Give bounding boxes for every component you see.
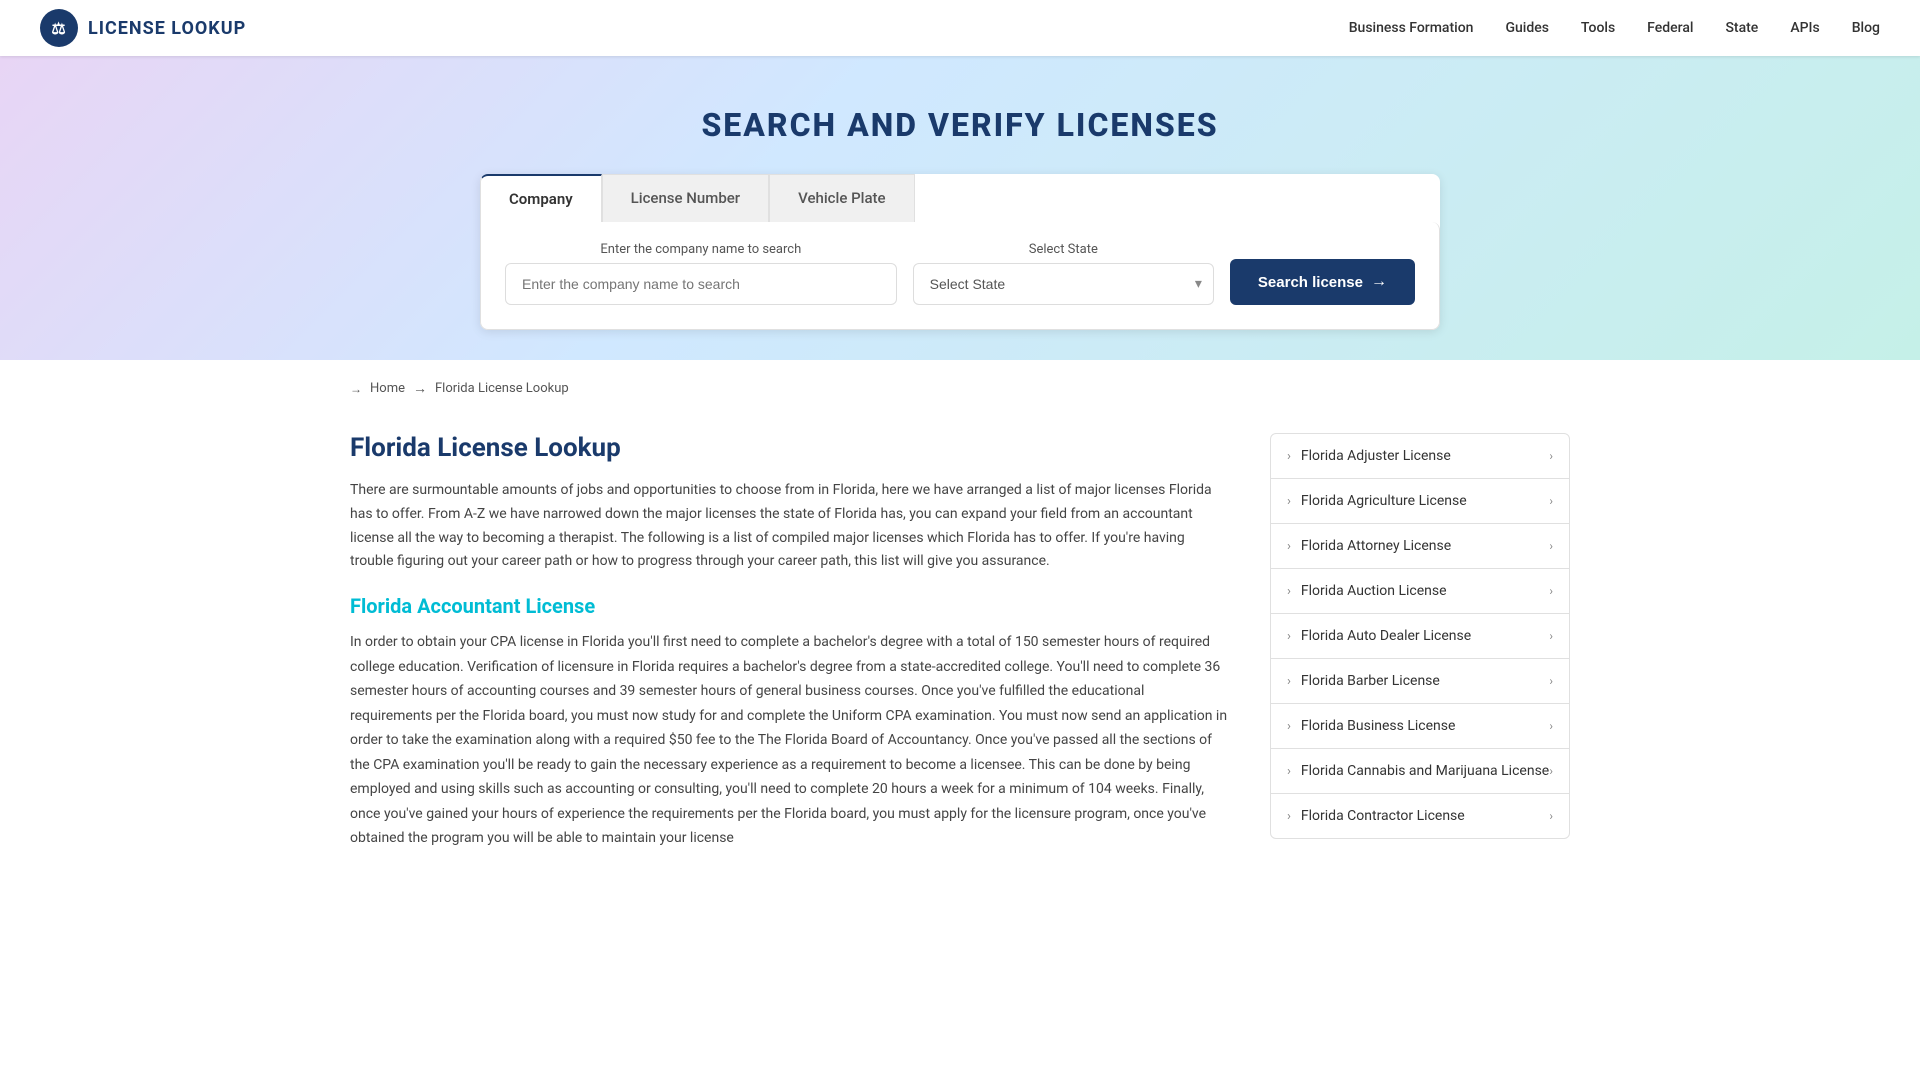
- hero-title: SEARCH AND VERIFY LICENSES: [40, 106, 1880, 144]
- hero-section: SEARCH AND VERIFY LICENSES Company Licen…: [0, 56, 1920, 360]
- logo[interactable]: ⚖ LICENSE LOOKUP: [40, 9, 246, 47]
- sidebar-item-barber[interactable]: › Florida Barber License ›: [1271, 659, 1569, 704]
- chevron-right-icon: ›: [1287, 809, 1291, 824]
- chevron-right-icon: ›: [1287, 584, 1291, 599]
- chevron-right-icon: ›: [1549, 629, 1553, 643]
- breadcrumb: → Home → Florida License Lookup: [350, 380, 1570, 397]
- chevron-right-icon: ›: [1549, 449, 1553, 463]
- chevron-right-icon: ›: [1549, 809, 1553, 823]
- tab-vehicle-plate[interactable]: Vehicle Plate: [769, 174, 914, 222]
- state-label: Select State: [913, 242, 1214, 257]
- chevron-right-icon: ›: [1287, 719, 1291, 734]
- arrow-right-icon: →: [1371, 273, 1387, 291]
- sidebar-item-label: Florida Attorney License: [1301, 538, 1451, 554]
- search-body: Enter the company name to search Select …: [480, 222, 1440, 330]
- nav-item-federal[interactable]: Federal: [1647, 20, 1693, 36]
- chevron-right-icon: ›: [1549, 764, 1553, 778]
- chevron-right-icon: ›: [1287, 539, 1291, 554]
- search-container: Company License Number Vehicle Plate Ent…: [480, 174, 1440, 330]
- search-button[interactable]: Search license →: [1230, 259, 1415, 305]
- state-select-wrap: Select State Alabama Alaska Arizona Flor…: [913, 263, 1214, 305]
- breadcrumb-home[interactable]: Home: [370, 381, 405, 396]
- breadcrumb-separator-icon: →: [413, 380, 427, 397]
- sidebar-item-auction[interactable]: › Florida Auction License ›: [1271, 569, 1569, 614]
- nav-item-blog[interactable]: Blog: [1852, 20, 1880, 36]
- nav-item-guides[interactable]: Guides: [1505, 20, 1548, 36]
- sidebar-item-label: Florida Auction License: [1301, 583, 1447, 599]
- chevron-right-icon: ›: [1549, 584, 1553, 598]
- search-tabs: Company License Number Vehicle Plate: [480, 174, 1440, 222]
- state-field: Select State Select State Alabama Alaska…: [913, 242, 1214, 305]
- sidebar-item-contractor[interactable]: › Florida Contractor License ›: [1271, 794, 1569, 838]
- logo-text: LICENSE LOOKUP: [88, 18, 246, 39]
- chevron-right-icon: ›: [1287, 494, 1291, 509]
- main-content: Florida License Lookup There are surmoun…: [310, 413, 1610, 891]
- sidebar-list: › Florida Adjuster License › › Florida A…: [1270, 433, 1570, 839]
- company-input[interactable]: [505, 263, 897, 305]
- article-title: Florida License Lookup: [350, 433, 1230, 463]
- breadcrumb-arrow-icon: →: [350, 382, 362, 396]
- logo-icon: ⚖: [40, 9, 78, 47]
- sidebar-item-auto-dealer[interactable]: › Florida Auto Dealer License ›: [1271, 614, 1569, 659]
- sidebar-item-label: Florida Business License: [1301, 718, 1456, 734]
- article: Florida License Lookup There are surmoun…: [350, 413, 1230, 891]
- sidebar-item-label: Florida Agriculture License: [1301, 493, 1467, 509]
- sidebar-item-label: Florida Contractor License: [1301, 808, 1465, 824]
- sidebar-item-attorney[interactable]: › Florida Attorney License ›: [1271, 524, 1569, 569]
- nav-item-business[interactable]: Business Formation: [1349, 20, 1474, 36]
- nav-item-apis[interactable]: APIs: [1790, 20, 1819, 36]
- sidebar-item-cannabis[interactable]: › Florida Cannabis and Marijuana License…: [1271, 749, 1569, 794]
- nav-links: Business Formation Guides Tools Federal …: [1349, 20, 1880, 36]
- section-title: Florida Accountant License: [350, 594, 1230, 618]
- company-label: Enter the company name to search: [505, 242, 897, 257]
- section-body: In order to obtain your CPA license in F…: [350, 630, 1230, 851]
- chevron-right-icon: ›: [1549, 719, 1553, 733]
- chevron-right-icon: ›: [1287, 629, 1291, 644]
- sidebar-item-label: Florida Cannabis and Marijuana License: [1301, 763, 1549, 779]
- chevron-right-icon: ›: [1287, 449, 1291, 464]
- search-button-label: Search license: [1258, 274, 1363, 291]
- sidebar-item-agriculture[interactable]: › Florida Agriculture License ›: [1271, 479, 1569, 524]
- breadcrumb-wrap: → Home → Florida License Lookup: [310, 360, 1610, 397]
- chevron-right-icon: ›: [1287, 764, 1291, 779]
- article-intro: There are surmountable amounts of jobs a…: [350, 479, 1230, 574]
- sidebar-item-label: Florida Auto Dealer License: [1301, 628, 1471, 644]
- chevron-right-icon: ›: [1549, 674, 1553, 688]
- company-field: Enter the company name to search: [505, 242, 897, 305]
- chevron-right-icon: ›: [1287, 674, 1291, 689]
- sidebar-item-label: Florida Barber License: [1301, 673, 1440, 689]
- chevron-right-icon: ›: [1549, 539, 1553, 553]
- nav-item-tools[interactable]: Tools: [1581, 20, 1615, 36]
- breadcrumb-current: Florida License Lookup: [435, 381, 569, 396]
- navbar: ⚖ LICENSE LOOKUP Business Formation Guid…: [0, 0, 1920, 56]
- sidebar-item-label: Florida Adjuster License: [1301, 448, 1451, 464]
- search-row: Enter the company name to search Select …: [505, 242, 1415, 305]
- sidebar-item-adjuster[interactable]: › Florida Adjuster License ›: [1271, 434, 1569, 479]
- sidebar-item-business[interactable]: › Florida Business License ›: [1271, 704, 1569, 749]
- chevron-right-icon: ›: [1549, 494, 1553, 508]
- state-select[interactable]: Select State Alabama Alaska Arizona Flor…: [913, 263, 1214, 305]
- tab-license-number[interactable]: License Number: [602, 174, 769, 222]
- sidebar: › Florida Adjuster License › › Florida A…: [1270, 413, 1570, 891]
- nav-item-state[interactable]: State: [1725, 20, 1758, 36]
- tab-company[interactable]: Company: [480, 174, 602, 222]
